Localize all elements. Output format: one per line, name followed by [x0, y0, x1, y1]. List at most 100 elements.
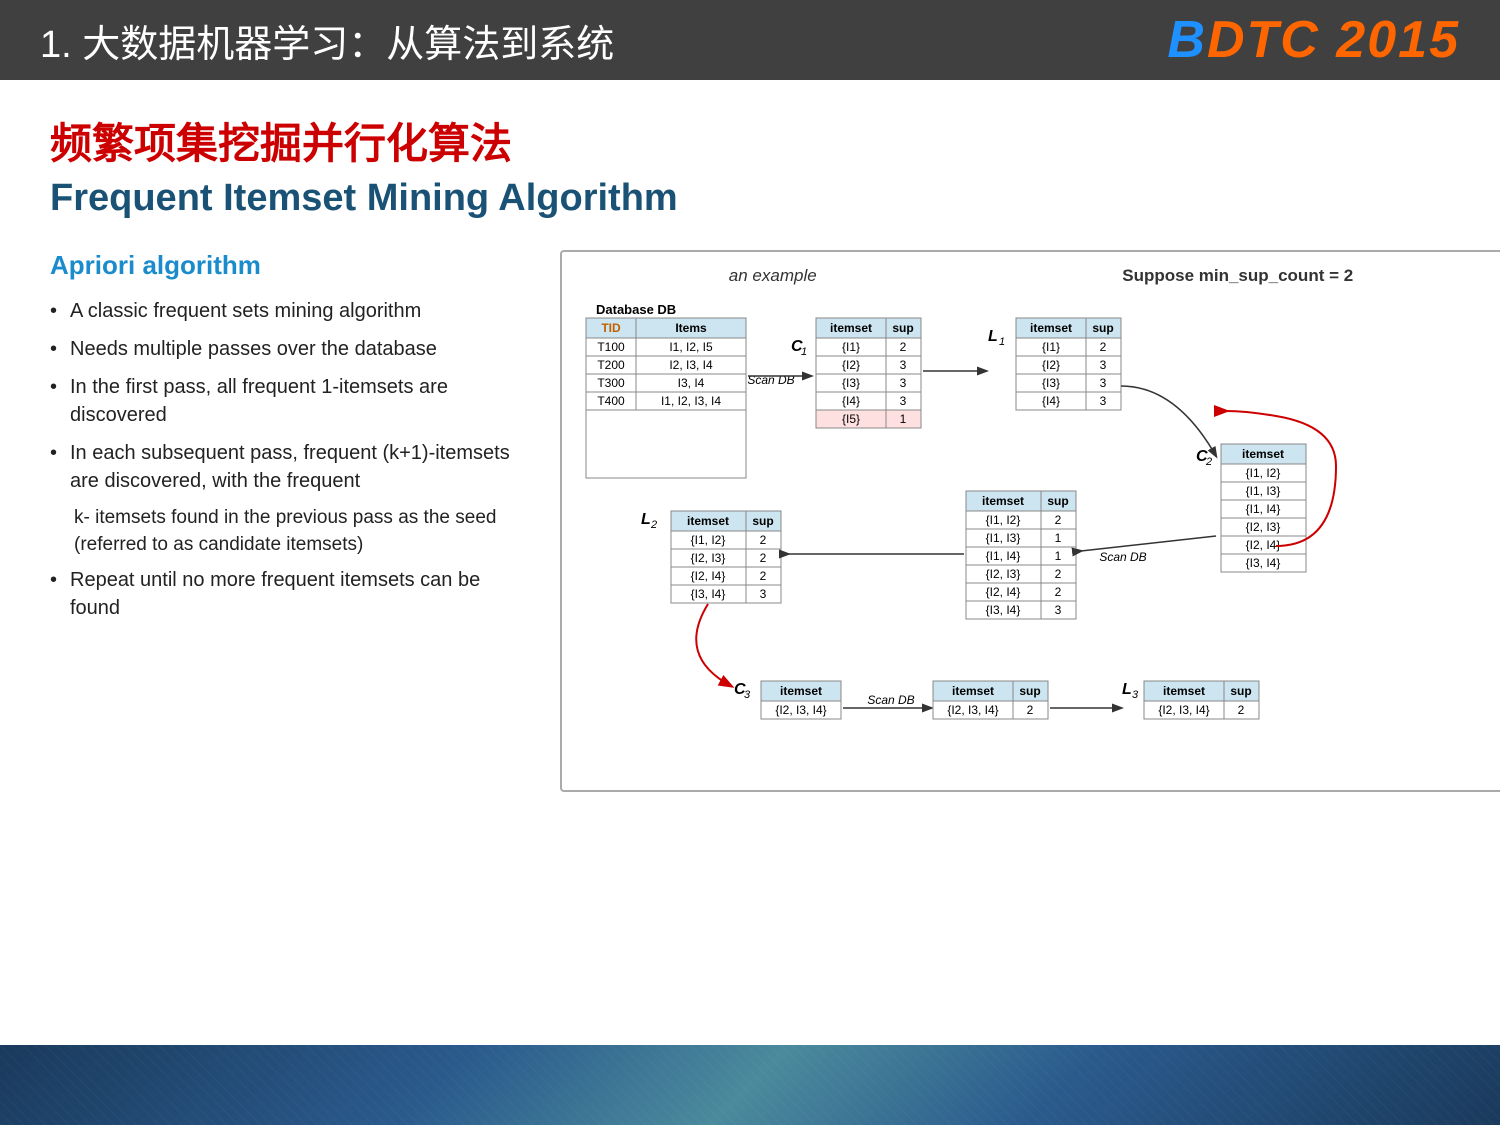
svg-text:2: 2 [760, 551, 767, 565]
svg-text:3: 3 [900, 358, 907, 372]
svg-text:I2, I3, I4: I2, I3, I4 [669, 358, 713, 372]
svg-text:itemset: itemset [687, 514, 729, 528]
list-item: Needs multiple passes over the database [50, 335, 530, 363]
svg-text:T300: T300 [597, 376, 625, 390]
svg-text:2: 2 [1055, 585, 1062, 599]
svg-text:sup: sup [1092, 321, 1113, 335]
svg-text:3: 3 [1100, 394, 1107, 408]
content-area: Apriori algorithm A classic frequent set… [50, 250, 1450, 792]
right-panel: an example Suppose min_sup_count = 2 Dat… [560, 250, 1500, 792]
l1-label: L [988, 328, 998, 345]
svg-text:I1, I2, I3, I4: I1, I2, I3, I4 [661, 394, 721, 408]
svg-text:{I2}: {I2} [1042, 358, 1060, 372]
svg-text:2: 2 [1055, 567, 1062, 581]
svg-text:1: 1 [1055, 549, 1062, 563]
svg-text:{I2, I3, I4}: {I2, I3, I4} [775, 703, 826, 717]
l2-label: L [641, 511, 651, 528]
svg-text:{I2, I4}: {I2, I4} [1246, 538, 1281, 552]
svg-text:{I1, I2}: {I1, I2} [986, 513, 1021, 527]
svg-text:2: 2 [1027, 703, 1034, 717]
svg-text:{I1, I2}: {I1, I2} [1246, 466, 1281, 480]
diagram-suppose-label: Suppose min_sup_count = 2 [1122, 266, 1353, 286]
svg-text:{I5}: {I5} [842, 412, 860, 426]
svg-text:{I1}: {I1} [842, 340, 860, 354]
diagram-header: an example Suppose min_sup_count = 2 [576, 266, 1500, 286]
header: 1. 大数据机器学习：从算法到系统 BDTC 2015 [0, 0, 1500, 80]
svg-text:{I2, I4}: {I2, I4} [691, 569, 726, 583]
svg-text:{I4}: {I4} [1042, 394, 1060, 408]
brand-b: B [1167, 11, 1207, 69]
svg-text:{I3, I4}: {I3, I4} [1246, 556, 1281, 570]
list-item: In the first pass, all frequent 1-itemse… [50, 373, 530, 429]
svg-text:{I3, I4}: {I3, I4} [691, 587, 726, 601]
svg-text:{I1, I4}: {I1, I4} [986, 549, 1021, 563]
svg-text:sup: sup [1230, 684, 1251, 698]
svg-text:I3, I4: I3, I4 [678, 376, 705, 390]
svg-text:2: 2 [900, 340, 907, 354]
svg-text:sup: sup [1047, 494, 1068, 508]
svg-text:{I2, I4}: {I2, I4} [986, 585, 1021, 599]
svg-text:3: 3 [1100, 376, 1107, 390]
svg-text:{I1, I2}: {I1, I2} [691, 533, 726, 547]
scan-db-bot: Scan DB [867, 693, 914, 707]
slide-title-en: Frequent Itemset Mining Algorithm [50, 177, 1450, 220]
svg-text:{I1, I3}: {I1, I3} [986, 531, 1021, 545]
svg-text:itemset: itemset [1242, 447, 1284, 461]
svg-text:{I3, I4}: {I3, I4} [986, 603, 1021, 617]
svg-text:I1, I2, I5: I1, I2, I5 [669, 340, 713, 354]
svg-text:TID: TID [601, 321, 621, 335]
svg-text:T200: T200 [597, 358, 625, 372]
svg-text:2: 2 [650, 519, 657, 531]
svg-text:3: 3 [1132, 689, 1139, 701]
scan-db-mid: Scan DB [1099, 550, 1146, 564]
svg-text:itemset: itemset [830, 321, 872, 335]
svg-text:2: 2 [1055, 513, 1062, 527]
list-item: A classic frequent sets mining algorithm [50, 297, 530, 325]
svg-text:Items: Items [675, 321, 707, 335]
svg-text:itemset: itemset [1163, 684, 1205, 698]
apriori-diagram: Database DB TID Items T100 I1, I2, I5 T2… [576, 296, 1500, 776]
svg-text:2: 2 [1205, 456, 1212, 468]
svg-text:{I2, I3}: {I2, I3} [986, 567, 1021, 581]
svg-text:{I2}: {I2} [842, 358, 860, 372]
svg-text:3: 3 [1055, 603, 1062, 617]
slide-title-zh: 频繁项集挖掘并行化算法 [50, 110, 1450, 171]
footer-pattern [0, 1045, 1500, 1125]
brand-dtc: DTC [1207, 11, 1320, 69]
section-heading: Apriori algorithm [50, 250, 530, 281]
svg-text:{I2, I3, I4}: {I2, I3, I4} [947, 703, 998, 717]
svg-text:{I1, I3}: {I1, I3} [1246, 484, 1281, 498]
svg-text:2: 2 [760, 533, 767, 547]
header-brand: BDTC 2015 [1167, 10, 1460, 70]
svg-text:3: 3 [1100, 358, 1107, 372]
left-panel: Apriori algorithm A classic frequent set… [50, 250, 530, 792]
svg-text:{I2, I3, I4}: {I2, I3, I4} [1158, 703, 1209, 717]
l3-label: L [1122, 681, 1132, 698]
bullet-list: A classic frequent sets mining algorithm… [50, 297, 530, 495]
svg-text:sup: sup [752, 514, 773, 528]
svg-text:itemset: itemset [780, 684, 822, 698]
svg-text:2: 2 [1238, 703, 1245, 717]
footer [0, 1045, 1500, 1125]
svg-text:T400: T400 [597, 394, 625, 408]
list-item: In each subsequent pass, frequent (k+1)-… [50, 439, 530, 495]
svg-text:1: 1 [801, 346, 807, 358]
svg-text:3: 3 [744, 689, 751, 701]
db-label: Database DB [596, 302, 676, 317]
brand-year: 2015 [1320, 11, 1460, 69]
svg-text:{I1}: {I1} [1042, 340, 1060, 354]
svg-text:{I3}: {I3} [1042, 376, 1060, 390]
svg-text:sup: sup [892, 321, 913, 335]
svg-text:itemset: itemset [982, 494, 1024, 508]
svg-text:3: 3 [760, 587, 767, 601]
svg-text:{I2, I3}: {I2, I3} [1246, 520, 1281, 534]
svg-text:1: 1 [1055, 531, 1062, 545]
svg-text:3: 3 [900, 376, 907, 390]
diagram-example-label: an example [729, 266, 817, 286]
svg-text:{I2, I3}: {I2, I3} [691, 551, 726, 565]
svg-text:1: 1 [900, 412, 907, 426]
header-title: 1. 大数据机器学习：从算法到系统 [40, 13, 614, 68]
svg-text:1: 1 [999, 336, 1005, 348]
bullet-list-2: Repeat until no more frequent itemsets c… [50, 566, 530, 622]
scan-db-top: Scan DB [747, 373, 794, 387]
